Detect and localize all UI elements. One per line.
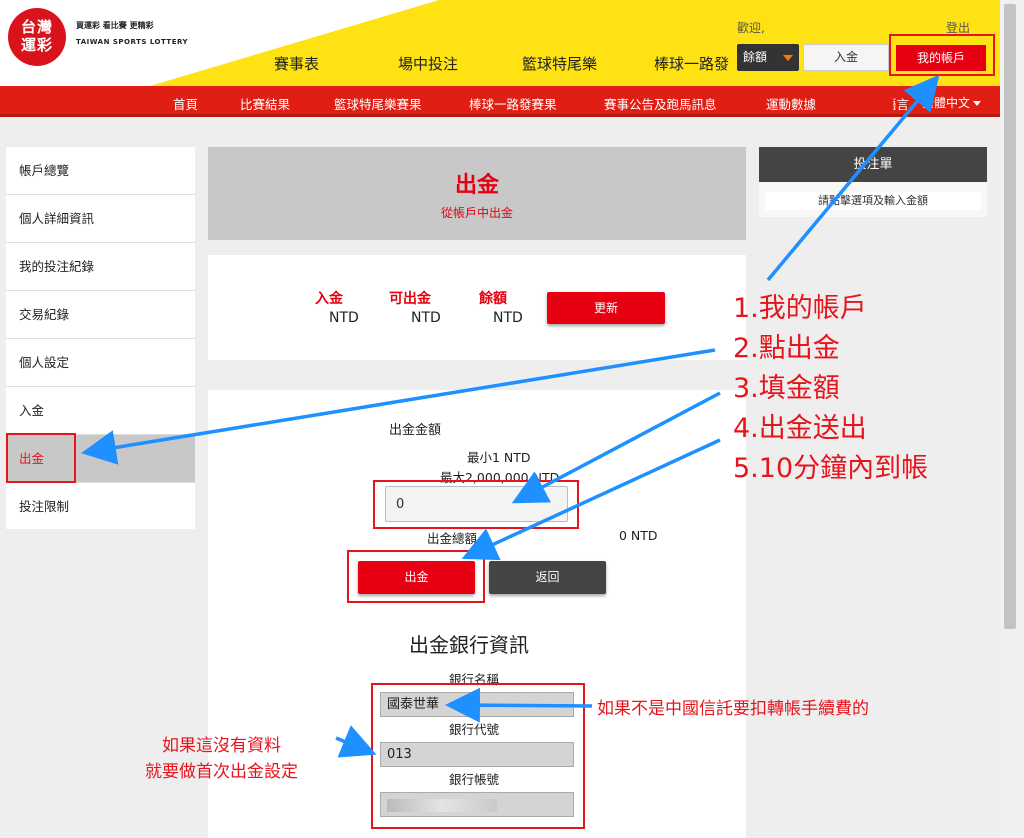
highlight-amount-input: [373, 480, 579, 529]
annotation-left-line-2: 就要做首次出金設定: [145, 762, 298, 782]
balance-panel: 入金 可出金 餘額 NTD NTD NTD 更新: [208, 255, 746, 360]
annotation-step-3: 3.填金額: [733, 373, 840, 404]
betslip-title[interactable]: 投注單: [759, 147, 987, 182]
annotation-step-4: 4.出金送出: [733, 413, 867, 444]
sidebar-item-bet-limits[interactable]: 投注限制: [6, 483, 195, 531]
balance-dropdown-label: 餘額: [743, 50, 768, 64]
balance-value: NTD: [493, 310, 523, 326]
nav-schedule[interactable]: 賽事表: [274, 53, 319, 74]
total-value: 0 NTD: [619, 528, 658, 543]
nav-live-betting[interactable]: 場中投注: [398, 53, 458, 74]
subnav-results[interactable]: 比賽結果: [240, 94, 290, 113]
annotation-step-2: 2.點出金: [733, 333, 840, 364]
sidebar-item-bet-history[interactable]: 我的投注紀錄: [6, 243, 195, 291]
slogan-english: TAIWAN SPORTS LOTTERY: [76, 38, 189, 46]
deposit-balance-label: 入金: [315, 291, 343, 307]
subnav-basketball-results[interactable]: 籃球特尾樂賽果: [334, 94, 422, 113]
annotation-step-1: 1.我的帳戶: [733, 293, 867, 324]
highlight-my-account: [889, 34, 995, 76]
sidebar-item-transactions[interactable]: 交易紀錄: [6, 291, 195, 339]
taiwan-lottery-logo[interactable]: 台灣 運彩: [8, 8, 66, 66]
amount-label: 出金金額: [389, 423, 442, 438]
subnav-sports-data[interactable]: 運動數據: [766, 94, 816, 113]
deposit-button[interactable]: 入金: [803, 44, 889, 71]
balance-dropdown[interactable]: 餘額: [737, 44, 799, 71]
balance-label: 餘額: [479, 291, 507, 307]
back-button[interactable]: 返回: [489, 561, 606, 594]
annotation-fee-note: 如果不是中國信託要扣轉帳手續費的: [597, 699, 869, 719]
sidebar-item-deposit[interactable]: 入金: [6, 387, 195, 435]
sidebar-item-profile[interactable]: 個人詳細資訊: [6, 195, 195, 243]
page-subtitle: 從帳戶中出金: [440, 206, 513, 220]
deposit-balance-value: NTD: [329, 310, 359, 326]
annotation-first-setup-note: 如果這沒有資料 就要做首次出金設定: [145, 733, 298, 785]
betslip-message: 請點擊選項及輸入金額: [765, 192, 981, 210]
sidebar-item-settings[interactable]: 個人設定: [6, 339, 195, 387]
refresh-button[interactable]: 更新: [547, 292, 665, 324]
welcome-text: 歡迎,: [737, 21, 765, 35]
highlight-withdraw-button: [347, 550, 485, 603]
subnav-home[interactable]: 首頁: [173, 94, 198, 113]
language-label: 繁體中文: [922, 96, 971, 110]
annotation-step-5: 5.10分鐘內到帳: [733, 453, 929, 484]
page-title-panel: 出金 從帳戶中出金: [208, 147, 746, 240]
highlight-withdraw-menu: [6, 433, 76, 483]
annotation-left-line-1: 如果這沒有資料: [162, 736, 281, 756]
language-selector[interactable]: 繁體中文: [922, 94, 982, 111]
nav-baseball-game[interactable]: 棒球一路發: [654, 53, 729, 74]
caret-down-icon: [973, 101, 982, 106]
sidebar-item-overview[interactable]: 帳戶總覽: [6, 147, 195, 195]
nav-basketball-game[interactable]: 籃球特尾樂: [522, 53, 597, 74]
slogan: 買運彩 看比賽 更精彩: [76, 21, 154, 30]
bank-info-heading: 出金銀行資訊: [409, 633, 529, 657]
chevron-down-icon: [783, 55, 793, 61]
scrollbar-thumb[interactable]: [1004, 4, 1016, 629]
subnav-language-label[interactable]: 語言: [893, 94, 909, 113]
subnav-baseball-results[interactable]: 棒球一路發賽果: [469, 94, 557, 113]
min-amount-text: 最小1 NTD: [467, 450, 531, 465]
page-title: 出金: [454, 173, 499, 198]
withdrawable-label: 可出金: [389, 291, 431, 307]
highlight-bank-info: [371, 683, 585, 829]
subnav-announcements[interactable]: 賽事公告及跑馬訊息: [604, 94, 717, 113]
withdrawable-value: NTD: [411, 310, 441, 326]
total-label: 出金總額: [427, 531, 478, 546]
